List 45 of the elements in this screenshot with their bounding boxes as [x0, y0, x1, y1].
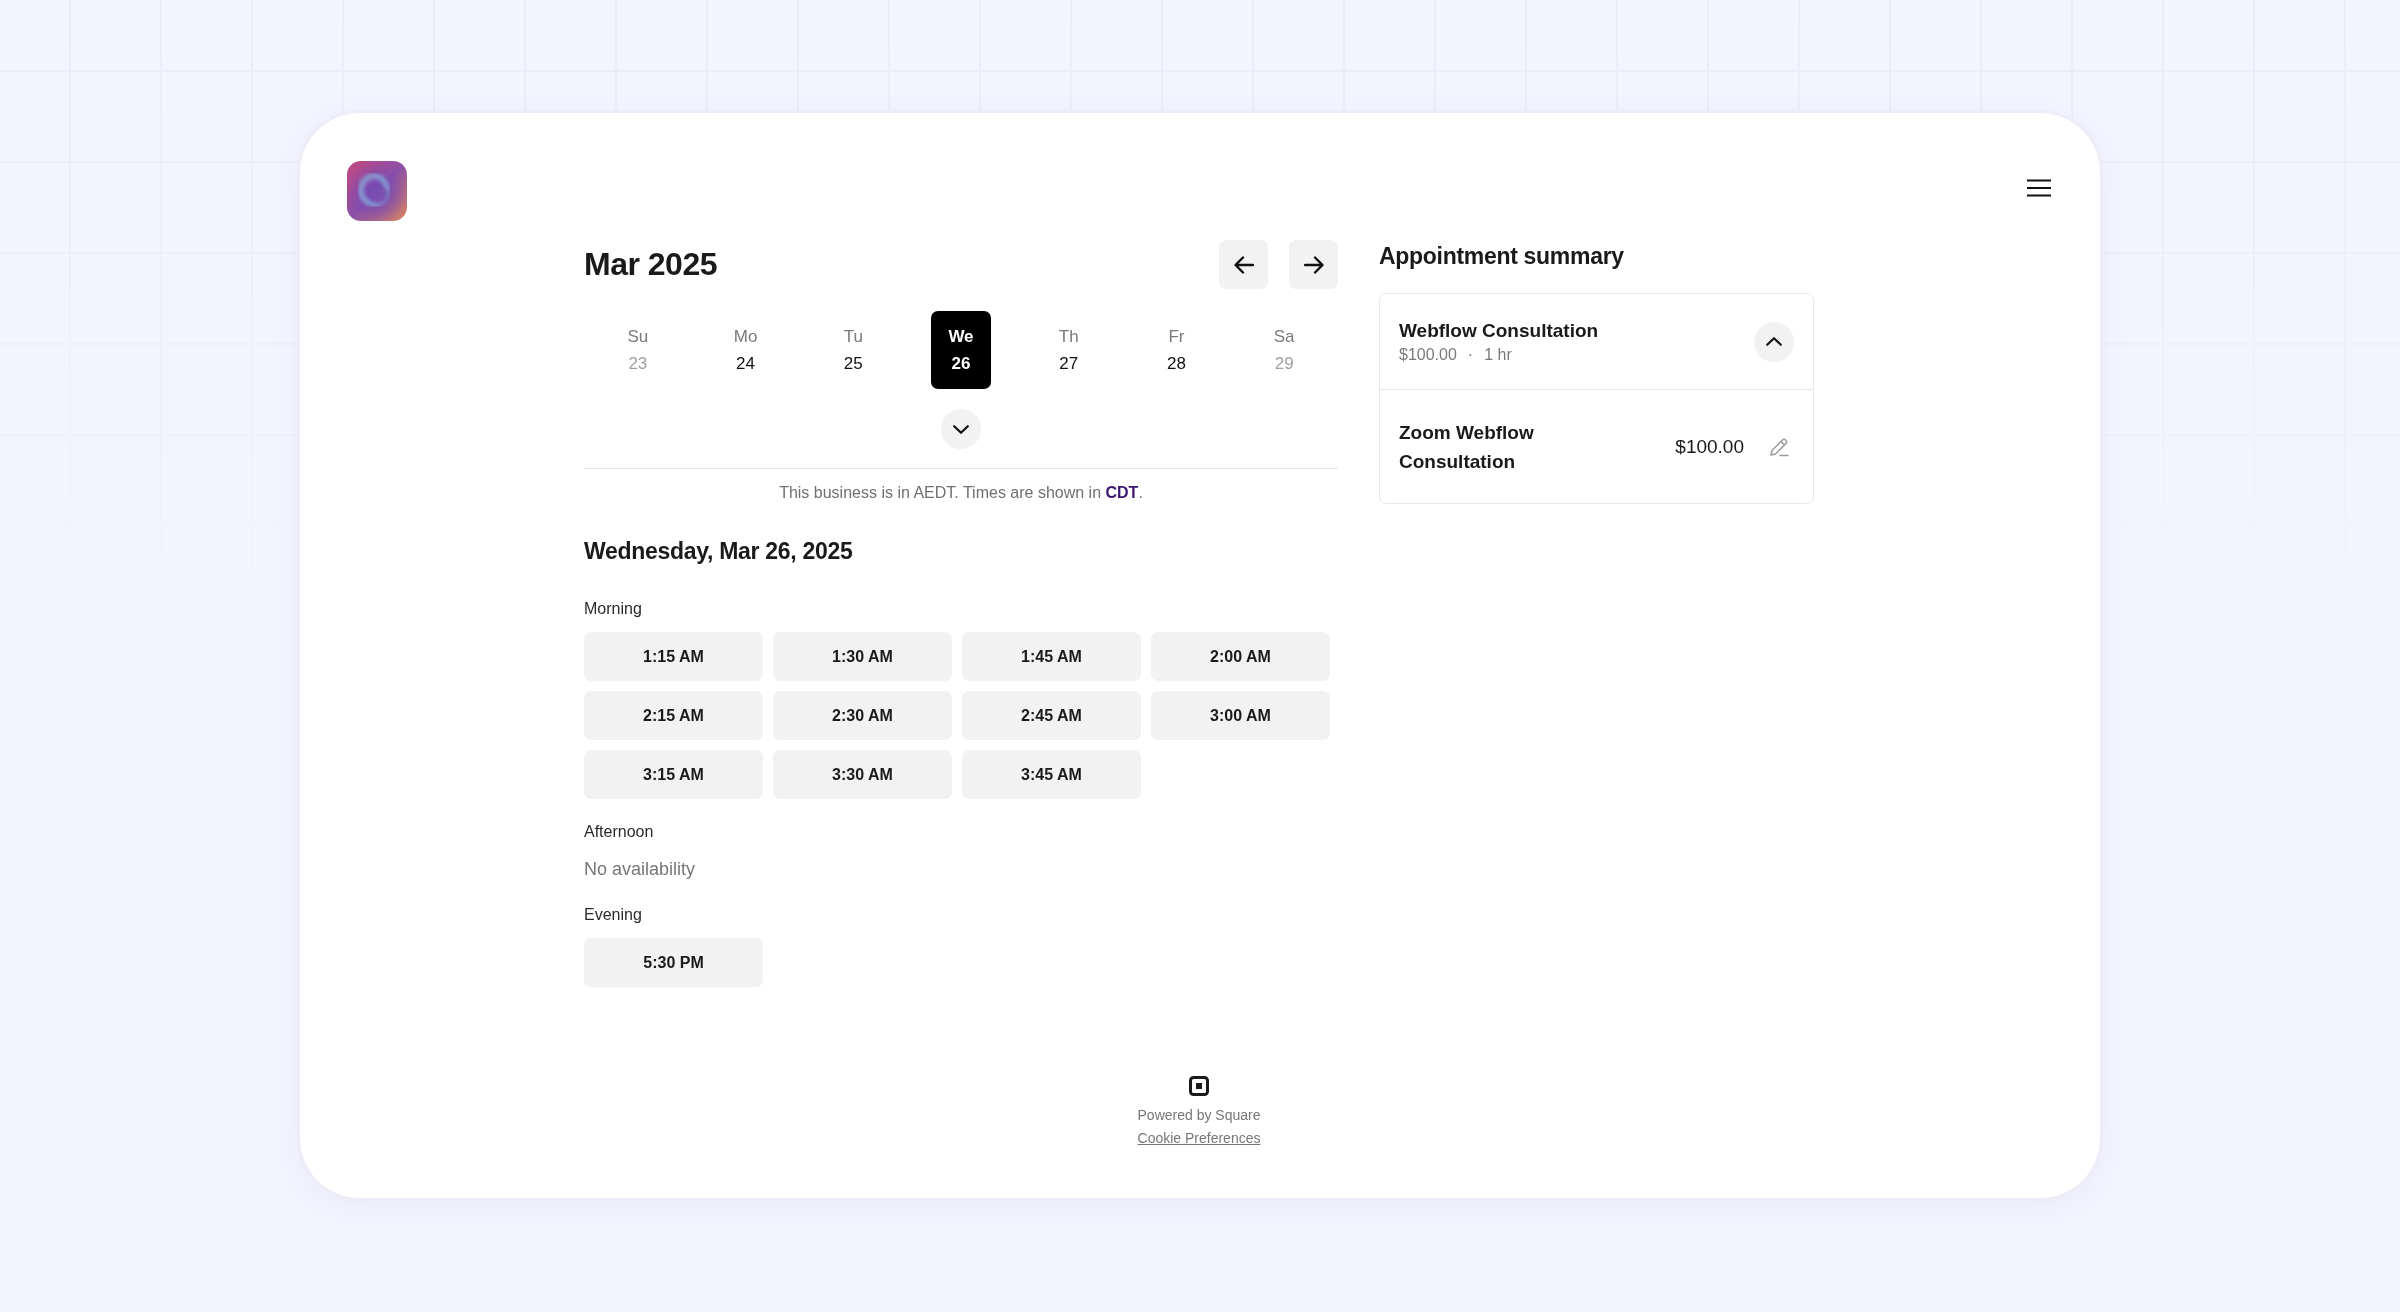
item-name: Zoom Webflow Consultation	[1399, 420, 1535, 474]
period-label: Afternoon	[584, 822, 655, 842]
day-button[interactable]: Mo 24	[715, 311, 776, 389]
time-slot-button[interactable]: 5:30 PM	[584, 938, 763, 987]
time-slot-button[interactable]: 1:15 AM	[584, 632, 763, 681]
arrow-right-icon	[1303, 255, 1324, 274]
selected-date-heading: Wednesday, Mar 26, 2025	[584, 537, 854, 566]
time-slot-button[interactable]: 2:00 AM	[1151, 632, 1330, 681]
timezone-link[interactable]: CDT	[1105, 484, 1139, 501]
arrow-left-icon	[1233, 255, 1254, 274]
time-slot-button[interactable]: 1:30 AM	[773, 632, 952, 681]
day-button[interactable]: Fr 28	[1146, 311, 1207, 389]
expand-calendar-button[interactable]	[941, 409, 981, 449]
no-availability-text: No availability	[584, 858, 697, 881]
period-label: Evening	[584, 905, 643, 925]
time-slot-button[interactable]: 1:45 AM	[962, 632, 1141, 681]
time-slot-button[interactable]: 2:15 AM	[584, 691, 763, 740]
day-button[interactable]: Th 27	[1038, 311, 1099, 389]
edit-button[interactable]	[1769, 436, 1789, 457]
menu-button[interactable]	[2027, 179, 2051, 197]
previous-week-button[interactable]	[1219, 240, 1268, 289]
item-price: $100.00	[1675, 435, 1744, 458]
nested-square-icon	[1189, 1076, 1209, 1096]
day-button[interactable]: Tu 25	[823, 311, 884, 389]
timezone-note: This business is in AEDT. Times are shown in CDT.	[778, 483, 1144, 503]
cookie-preferences-link[interactable]: Cookie Preferences	[1137, 1128, 1261, 1148]
menu-icon	[2027, 179, 2051, 197]
service-name: Webflow Consultation	[1399, 318, 1599, 343]
summary-title: Appointment summary	[1379, 242, 1625, 271]
next-week-button[interactable]	[1289, 240, 1338, 289]
time-slot-button[interactable]: 2:45 AM	[962, 691, 1141, 740]
time-slot-button[interactable]: 2:30 AM	[773, 691, 952, 740]
time-slot-button[interactable]: 3:00 AM	[1151, 691, 1330, 740]
pencil-icon	[1769, 436, 1789, 457]
month-title: Mar 2025	[584, 246, 717, 283]
service-duration: 1 hr	[1484, 344, 1512, 365]
day-button[interactable]: We 26	[931, 311, 991, 389]
period-label: Morning	[584, 599, 643, 619]
meta-separator: ·	[1467, 344, 1474, 365]
service-price: $100.00	[1399, 344, 1457, 365]
time-slot-button[interactable]: 3:15 AM	[584, 750, 763, 799]
time-slot-button[interactable]: 3:30 AM	[773, 750, 952, 799]
collapse-button[interactable]	[1754, 321, 1794, 362]
time-slot-button[interactable]: 3:45 AM	[962, 750, 1141, 799]
powered-by-text: Powered by Square	[1137, 1106, 1261, 1125]
